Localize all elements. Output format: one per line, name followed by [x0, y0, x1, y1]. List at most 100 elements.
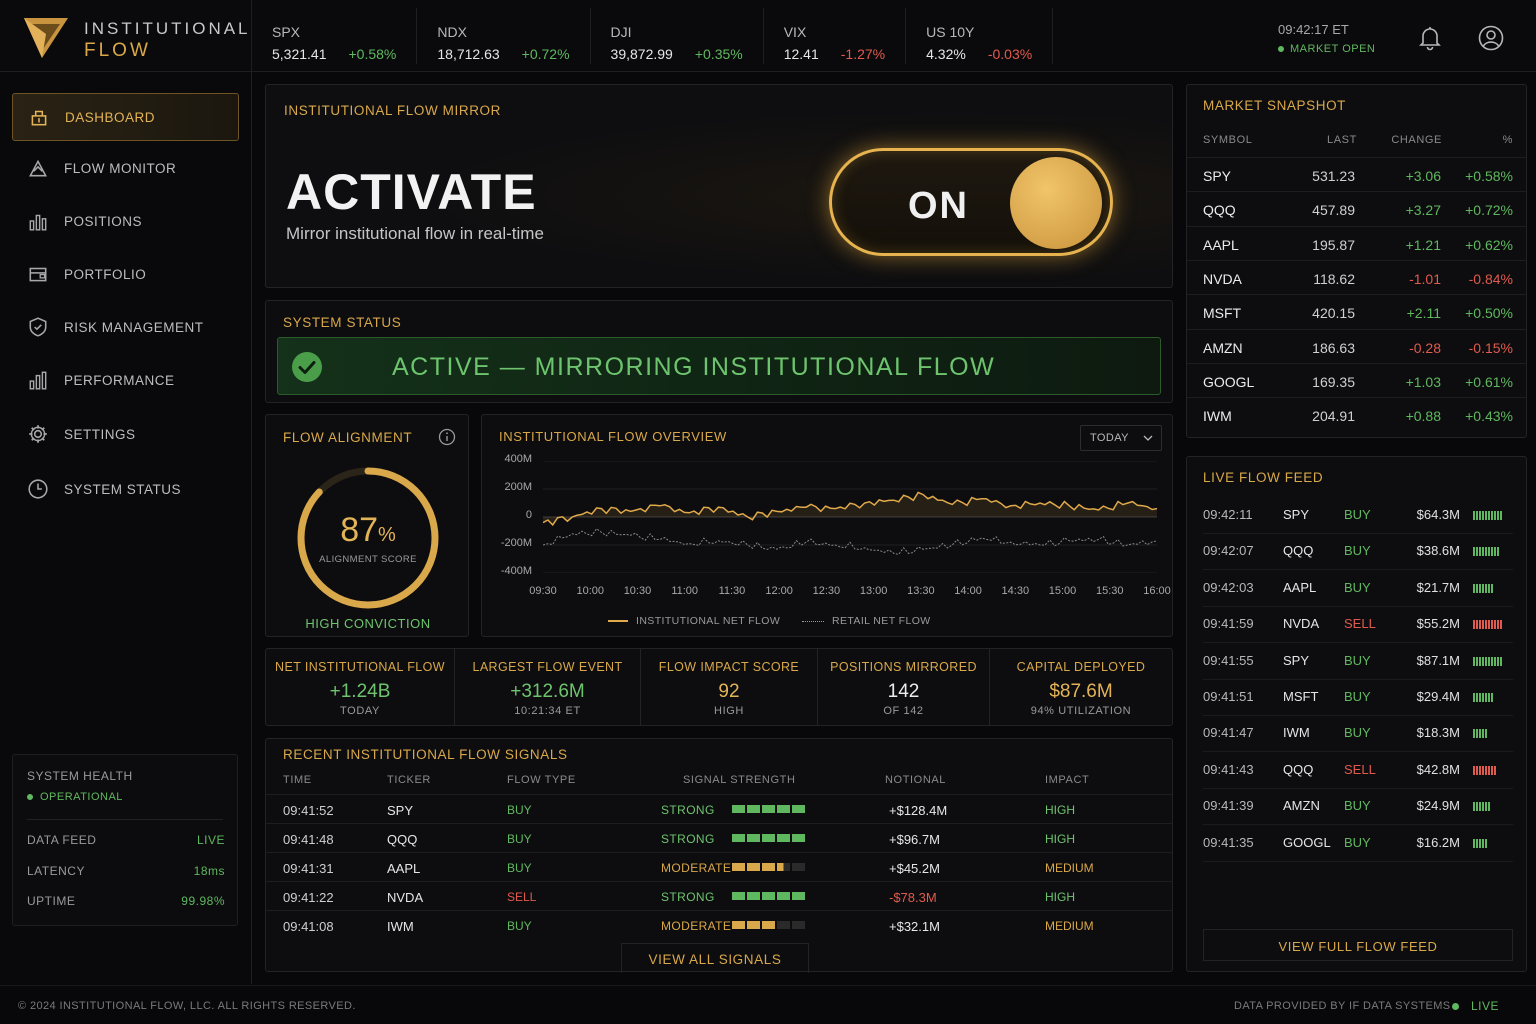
sidebar-item-flow-monitor[interactable]: FLOW MONITOR: [12, 144, 239, 192]
ticker-dji[interactable]: DJI 39,872.99 +0.35%: [591, 8, 764, 64]
flow-mirror-panel: INSTITUTIONAL FLOW MIRROR ACTIVATE Mirro…: [265, 84, 1173, 288]
sidebar-item-portfolio[interactable]: PORTFOLIO: [12, 250, 239, 298]
feed-time: 09:41:35: [1203, 834, 1254, 850]
list-item[interactable]: 09:41:55 SPY BUY $87.1M: [1203, 644, 1513, 680]
sidebar-item-settings[interactable]: SETTINGS: [12, 410, 239, 458]
list-item[interactable]: 09:42:07 QQQ BUY $38.6M: [1203, 534, 1513, 571]
feed-flow-type: BUY: [1344, 689, 1371, 704]
signal-flow-type: SELL: [507, 890, 537, 904]
list-item[interactable]: 09:41:39 AMZN BUY $24.9M: [1203, 789, 1513, 826]
snapshot-row-qqq[interactable]: QQQ 457.89 +3.27 +0.72%: [1187, 191, 1526, 225]
mirror-toggle[interactable]: ON: [829, 148, 1113, 256]
signal-time: 09:41:08: [283, 919, 334, 934]
snapshot-symbol: MSFT: [1203, 305, 1242, 322]
sidebar-item-positions[interactable]: POSITIONS: [12, 197, 239, 245]
table-row[interactable]: 09:41:52 SPY BUY STRONG +$128.4M HIGH: [266, 794, 1172, 823]
ticker-change: -1.27%: [840, 46, 886, 62]
list-item[interactable]: 09:41:43 QQQ SELL $42.8M: [1203, 753, 1513, 789]
snapshot-percent: +0.61%: [1465, 373, 1513, 390]
brand-name-line1: INSTITUTIONAL: [84, 19, 251, 38]
sidebar-item-performance[interactable]: PERFORMANCE: [12, 356, 239, 404]
feed-amount: $24.9M: [1416, 798, 1460, 814]
list-item[interactable]: 09:41:51 MSFT BUY $29.4M: [1203, 680, 1513, 716]
top-bar: INSTITUTIONAL FLOW SPX 5,321.41 +0.58% NDX 1…: [0, 0, 1536, 72]
x-tick-label: 15:30: [1096, 585, 1124, 597]
ticker-change: -0.03%: [987, 46, 1033, 62]
signal-time: 09:41:52: [283, 803, 334, 818]
x-tick-label: 11:30: [718, 585, 746, 597]
flow-alignment-panel: FLOW ALIGNMENT 87% ALIGNMENT SCORE HIGH …: [265, 414, 469, 637]
portfolio-icon: [29, 267, 47, 282]
intensity-tick: [1485, 547, 1487, 557]
snapshot-change: +0.88: [1405, 408, 1441, 425]
intensity-tick: [1479, 656, 1481, 666]
alignment-score-label: ALIGNMENT SCORE: [319, 554, 417, 565]
table-row[interactable]: 09:41:08 IWM BUY MODERATE +$32.1M MEDIUM: [266, 910, 1172, 939]
brand-logo[interactable]: INSTITUTIONAL FLOW: [0, 0, 252, 72]
intensity-tick: [1482, 511, 1484, 520]
table-row[interactable]: 09:41:48 QQQ BUY STRONG +$96.7M HIGH: [266, 823, 1172, 852]
intensity-tick: [1500, 511, 1502, 520]
intensity-tick: [1485, 765, 1487, 775]
ticker-vix[interactable]: VIX 12.41 -1.27%: [764, 8, 907, 64]
metric-value: 142: [887, 681, 920, 702]
feed-amount: $64.3M: [1416, 507, 1460, 522]
feed-intensity-bar: [1473, 583, 1493, 593]
system-health-state: OPERATIONAL: [27, 791, 123, 803]
range-select[interactable]: TODAY: [1080, 425, 1162, 451]
view-all-signals-button[interactable]: VIEW ALL SIGNALS: [621, 943, 809, 973]
snapshot-row-msft[interactable]: MSFT 420.15 +2.11 +0.50%: [1187, 294, 1526, 328]
intensity-tick: [1488, 547, 1490, 557]
ticker-ndx[interactable]: NDX 18,712.63 +0.72%: [417, 8, 591, 64]
strength-segment: [762, 834, 775, 842]
metric-subtext: 10:21:34 ET: [514, 705, 581, 717]
intensity-tick: [1473, 693, 1475, 702]
intensity-tick: [1494, 656, 1496, 666]
sidebar-item-dashboard[interactable]: DASHBOARD: [12, 93, 239, 141]
legend-institutional: INSTITUTIONAL NET FLOW: [608, 615, 780, 627]
ticker-spx[interactable]: SPX 5,321.41 +0.58%: [252, 8, 418, 64]
mirror-toggle-knob[interactable]: [1010, 157, 1102, 249]
list-item[interactable]: 09:41:59 NVDA SELL $55.2M: [1203, 607, 1513, 644]
list-item[interactable]: 09:41:47 IWM BUY $18.3M: [1203, 716, 1513, 753]
view-full-feed-button[interactable]: VIEW FULL FLOW FEED: [1203, 929, 1513, 961]
metric-title: FLOW IMPACT SCORE: [658, 660, 800, 674]
intensity-tick: [1482, 583, 1484, 593]
signal-ticker: IWM: [387, 919, 414, 934]
column-header-time: TIME: [283, 774, 312, 786]
intensity-tick: [1494, 547, 1496, 557]
sidebar-item-system-status[interactable]: SYSTEM STATUS: [12, 465, 239, 513]
list-item[interactable]: 09:41:35 GOOGL BUY $16.2M: [1203, 826, 1513, 862]
snapshot-row-googl[interactable]: GOOGL 169.35 +1.03 +0.61%: [1187, 362, 1526, 397]
signal-strength-bars: [732, 921, 805, 929]
list-item[interactable]: 09:42:11 SPY BUY $64.3M: [1203, 498, 1513, 534]
y-tick-label: -200M: [500, 537, 532, 549]
snapshot-row-iwm[interactable]: IWM 204.91 +0.88 +0.43%: [1187, 397, 1526, 431]
activate-subtitle: Mirror institutional flow in real-time: [286, 224, 544, 243]
intensity-tick: [1485, 729, 1487, 739]
account-button[interactable]: [1477, 24, 1505, 57]
health-row-label: UPTIME: [27, 894, 76, 908]
feed-flow-type: SELL: [1344, 761, 1376, 777]
sidebar-item-risk-management[interactable]: RISK MANAGEMENT: [12, 303, 239, 351]
metric-subtext: OF 142: [883, 705, 924, 717]
bell-icon: [1419, 27, 1441, 51]
notifications-button[interactable]: [1416, 24, 1444, 57]
snapshot-row-aapl[interactable]: AAPL 195.87 +1.21 +0.62%: [1187, 225, 1526, 260]
app-root: INSTITUTIONAL FLOW SPX 5,321.41 +0.58% NDX 1…: [0, 0, 1536, 1024]
table-row[interactable]: 09:41:31 AAPL BUY MODERATE +$45.2M MEDIUM: [266, 852, 1172, 881]
intensity-tick: [1482, 838, 1484, 848]
info-icon[interactable]: [438, 428, 456, 446]
snapshot-percent: +0.72%: [1465, 202, 1513, 219]
strength-segment: [792, 834, 805, 842]
table-row[interactable]: 09:41:22 NVDA SELL STRONG -$78.3M HIGH: [266, 881, 1172, 910]
ticker-name: VIX: [783, 24, 807, 40]
intensity-tick: [1473, 802, 1475, 812]
ticker-us-10y[interactable]: US 10Y 4.32% -0.03%: [906, 8, 1054, 64]
snapshot-row-nvda[interactable]: NVDA 118.62 -1.01 -0.84%: [1187, 259, 1526, 294]
list-item[interactable]: 09:42:03 AAPL BUY $21.7M: [1203, 571, 1513, 607]
sidebar-item-label: RISK MANAGEMENT: [64, 319, 204, 335]
snapshot-row-amzn[interactable]: AMZN 186.63 -0.28 -0.15%: [1187, 328, 1526, 363]
feed-ticker: GOOGL: [1283, 834, 1331, 850]
snapshot-row-spy[interactable]: SPY 531.23 +3.06 +0.58%: [1187, 157, 1526, 191]
